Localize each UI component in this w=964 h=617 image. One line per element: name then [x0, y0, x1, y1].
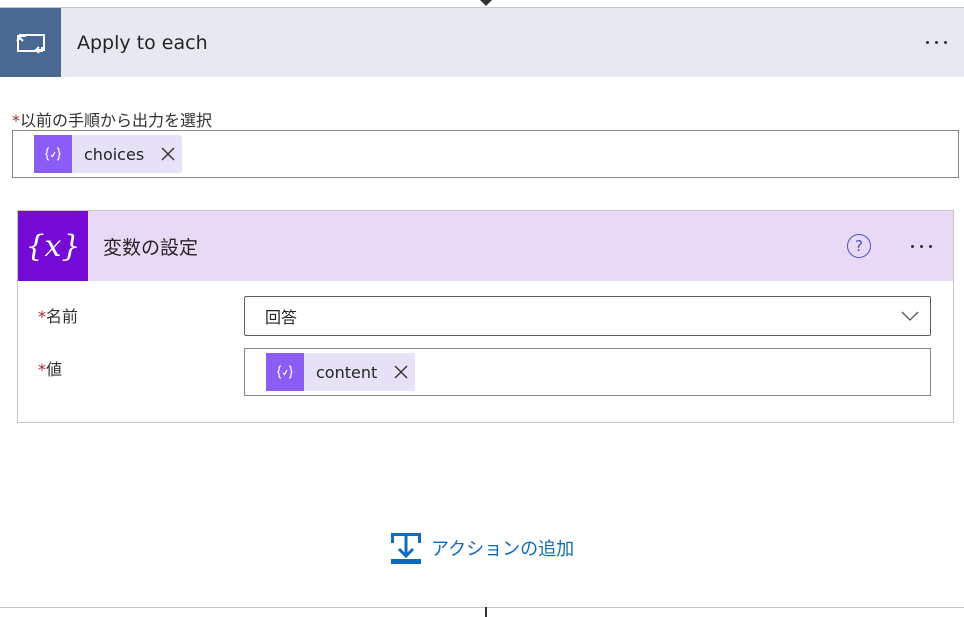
- dynamic-content-token-content[interactable]: content: [266, 353, 416, 391]
- add-action-icon: [391, 533, 421, 564]
- name-select-value: 回答: [265, 308, 298, 327]
- value-label: *値: [38, 360, 63, 379]
- loop-icon: [0, 8, 61, 77]
- variable-icon: {x}: [18, 211, 88, 281]
- chevron-down-icon: [890, 311, 930, 321]
- expression-icon: [266, 353, 304, 391]
- value-field[interactable]: content: [244, 348, 931, 396]
- apply-to-each-header[interactable]: Apply to each: [0, 8, 964, 77]
- add-action-label: アクションの追加: [431, 539, 575, 560]
- name-select[interactable]: 回答: [244, 296, 931, 336]
- select-output-label: *以前の手順から出力を選択: [12, 111, 213, 130]
- expression-icon: [34, 135, 72, 173]
- set-variable-title: 変数の設定: [103, 236, 199, 259]
- variable-more-options-button[interactable]: [901, 226, 941, 266]
- set-variable-header[interactable]: {x} 変数の設定 ?: [18, 211, 953, 281]
- name-label: *名前: [38, 307, 79, 326]
- remove-token-icon[interactable]: [387, 353, 415, 391]
- token-label: choices: [84, 144, 145, 164]
- select-output-field[interactable]: choices: [12, 130, 959, 178]
- apply-to-each-card: Apply to each *以前の手順から出力を選択 choices {x} …: [0, 7, 964, 607]
- divider: [0, 607, 964, 608]
- apply-more-options-button[interactable]: [916, 23, 956, 63]
- token-label: content: [316, 362, 378, 382]
- remove-token-icon[interactable]: [154, 135, 182, 173]
- flow-connector-line: [485, 607, 487, 617]
- apply-to-each-title: Apply to each: [77, 31, 208, 54]
- dynamic-content-token-choices[interactable]: choices: [34, 135, 183, 173]
- add-action-button[interactable]: アクションの追加: [389, 531, 574, 565]
- help-icon[interactable]: ?: [847, 234, 871, 258]
- set-variable-card: {x} 変数の設定 ? *名前 回答 *値 content: [17, 210, 954, 423]
